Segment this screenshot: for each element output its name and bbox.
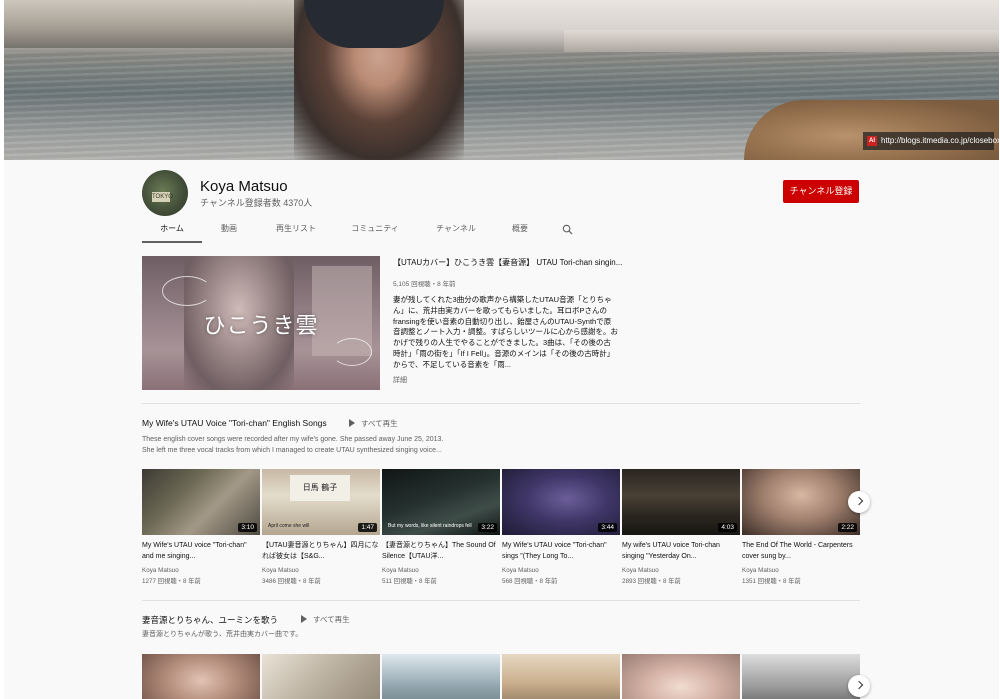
play-all-label: すべて再生 — [313, 615, 350, 624]
play-all-button[interactable]: すべて再生 — [349, 418, 398, 429]
video-thumbnail[interactable] — [502, 654, 620, 699]
video-channel[interactable]: Koya Matsuo — [262, 567, 380, 574]
video-title[interactable]: 【妻音源とりちゃん】The Sound Of Silence【UTAU洋... — [382, 541, 500, 562]
video-title[interactable]: The End Of The World - Carpenters cover … — [742, 541, 860, 562]
video-card[interactable] — [622, 654, 740, 699]
tab-home[interactable]: ホーム — [142, 217, 202, 243]
tab-videos[interactable]: 動画 — [204, 217, 254, 243]
banner-city-right — [564, 30, 999, 52]
play-icon — [349, 419, 355, 427]
featured-video-description: 妻が残してくれた3曲分の歌声から構築したUTAU音源「とりちゃん」に、荒井由実カ… — [393, 295, 618, 369]
avatar-sign: TOKYO — [152, 192, 173, 202]
featured-video-title[interactable]: 【UTAUカバー】ひこうき雲【妻音源】 UTAU Tori-chan singi… — [393, 257, 623, 268]
tab-about[interactable]: 概要 — [500, 217, 540, 243]
shelf-next-button[interactable] — [848, 675, 870, 697]
video-thumbnail[interactable]: 4:03 — [622, 469, 740, 535]
video-card[interactable] — [502, 654, 620, 699]
video-channel[interactable]: Koya Matsuo — [142, 567, 260, 574]
video-title[interactable]: 【UTAU妻音源とりちゃん】四月になれば彼女は【S&G... — [262, 541, 380, 562]
video-card[interactable]: 日馬 鶴子 April come she will 1:47 【UTAU妻音源と… — [262, 469, 380, 585]
video-meta: 1351 回視聴・8 年前 — [742, 578, 801, 585]
home-content: ひこうき雲 【UTAUカバー】ひこうき雲【妻音源】 UTAU Tori-chan… — [4, 243, 999, 699]
video-duration: 3:44 — [598, 523, 617, 532]
video-duration: 3:10 — [238, 523, 257, 532]
video-card[interactable] — [742, 654, 860, 699]
shelf-description: 妻音源とりちゃんが歌う、荒井由実カバー曲です。 — [142, 629, 302, 640]
video-thumbnail[interactable] — [622, 654, 740, 699]
video-channel[interactable]: Koya Matsuo — [502, 567, 620, 574]
video-duration: 1:47 — [358, 523, 377, 532]
video-card[interactable] — [382, 654, 500, 699]
video-meta: 3486 回視聴・8 年前 — [262, 578, 321, 585]
chevron-right-icon — [854, 680, 864, 690]
tab-playlists[interactable]: 再生リスト — [264, 217, 328, 243]
play-all-button[interactable]: すべて再生 — [301, 614, 350, 625]
video-thumbnail[interactable]: But my words, like silent raindrops fell… — [382, 469, 500, 535]
video-card[interactable]: 3:44 My Wife's UTAU voice "Tori-chan" si… — [502, 469, 620, 585]
shelf-title-yuming[interactable]: 妻音源とりちゃん、ユーミンを歌う — [142, 614, 278, 626]
video-card[interactable]: 3:10 My Wife's UTAU voice "Tori-chan" an… — [142, 469, 260, 585]
video-title[interactable]: My wife's UTAU voice Tori-chan singing "… — [622, 541, 740, 562]
play-icon — [301, 615, 307, 623]
thumb-caption: But my words, like silent raindrops fell — [388, 523, 472, 529]
channel-banner: AI http://blogs.itmedia.co.jp/closebox/ — [4, 0, 999, 160]
section-divider — [142, 600, 860, 601]
video-thumbnail[interactable]: 日馬 鶴子 April come she will 1:47 — [262, 469, 380, 535]
video-card[interactable] — [142, 654, 260, 699]
video-duration: 3:22 — [478, 523, 497, 532]
featured-video-meta: 5,105 回視聴・8 年前 — [393, 281, 456, 288]
video-thumbnail[interactable] — [262, 654, 380, 699]
banner-link-text[interactable]: http://blogs.itmedia.co.jp/closebox/ — [881, 136, 999, 145]
video-card[interactable]: 2:22 The End Of The World - Carpenters c… — [742, 469, 860, 585]
video-thumbnail[interactable]: 3:44 — [502, 469, 620, 535]
thumb-ornament-right — [332, 338, 372, 366]
section-divider — [142, 403, 860, 404]
featured-thumb-text: ひこうき雲 — [203, 314, 319, 339]
channel-header: TOKYO Koya Matsuo チャンネル登録者数 4370人 チャンネル登… — [4, 160, 999, 243]
tab-community[interactable]: コミュニティ — [340, 217, 410, 243]
subscribe-button[interactable]: チャンネル登録 — [783, 180, 859, 203]
video-card[interactable] — [262, 654, 380, 699]
blog-logo-icon: AI — [867, 136, 877, 146]
video-meta: 1277 回視聴・8 年前 — [142, 578, 201, 585]
thumb-caption: April come she will — [268, 523, 310, 529]
video-thumbnail[interactable]: 2:22 — [742, 469, 860, 535]
video-meta: 511 回視聴・8 年前 — [382, 578, 437, 585]
video-thumbnail[interactable]: 3:10 — [142, 469, 260, 535]
video-channel[interactable]: Koya Matsuo — [622, 567, 740, 574]
video-card[interactable]: 4:03 My wife's UTAU voice Tori-chan sing… — [622, 469, 740, 585]
video-thumbnail[interactable] — [382, 654, 500, 699]
search-icon[interactable] — [562, 224, 573, 235]
youtube-channel-page: AI http://blogs.itmedia.co.jp/closebox/ … — [0, 0, 1000, 699]
video-channel[interactable]: Koya Matsuo — [742, 567, 860, 574]
video-title[interactable]: My Wife's UTAU voice "Tori-chan" sings "… — [502, 541, 620, 562]
video-duration: 4:03 — [718, 523, 737, 532]
chevron-right-icon — [854, 496, 864, 506]
video-duration: 2:22 — [838, 523, 857, 532]
shelf-description: These english cover songs were recorded … — [142, 434, 443, 456]
play-all-label: すべて再生 — [361, 419, 398, 428]
featured-more-link[interactable]: 詳細 — [393, 375, 407, 385]
video-meta: 568 回視聴・8 年前 — [502, 578, 558, 585]
video-meta: 2893 回視聴・8 年前 — [622, 578, 681, 585]
banner-dog — [744, 100, 999, 160]
video-channel[interactable]: Koya Matsuo — [382, 567, 500, 574]
banner-link[interactable]: AI http://blogs.itmedia.co.jp/closebox/ — [863, 132, 999, 150]
shelf-description-line: These english cover songs were recorded … — [142, 436, 444, 443]
video-card[interactable]: But my words, like silent raindrops fell… — [382, 469, 500, 585]
shelf-description-line: 妻音源とりちゃんが歌う、荒井由実カバー曲です。 — [142, 631, 303, 638]
thumb-ornament-left — [162, 276, 212, 306]
channel-name: Koya Matsuo — [200, 178, 288, 195]
video-thumbnail[interactable] — [742, 654, 860, 699]
subscriber-count: チャンネル登録者数 4370人 — [200, 198, 313, 208]
shelf-title-english-songs[interactable]: My Wife's UTAU Voice "Tori-chan" English… — [142, 418, 327, 428]
avatar[interactable]: TOKYO — [142, 170, 188, 216]
shelf-next-button[interactable] — [848, 491, 870, 513]
tab-channels[interactable]: チャンネル — [426, 217, 486, 243]
thumb-name-sign: 日馬 鶴子 — [290, 475, 350, 501]
featured-video-thumbnail[interactable]: ひこうき雲 — [142, 256, 380, 390]
video-title[interactable]: My Wife's UTAU voice "Tori-chan" and me … — [142, 541, 260, 562]
shelf-description-line: She left me three vocal tracks from whic… — [142, 447, 442, 454]
video-thumbnail[interactable] — [142, 654, 260, 699]
